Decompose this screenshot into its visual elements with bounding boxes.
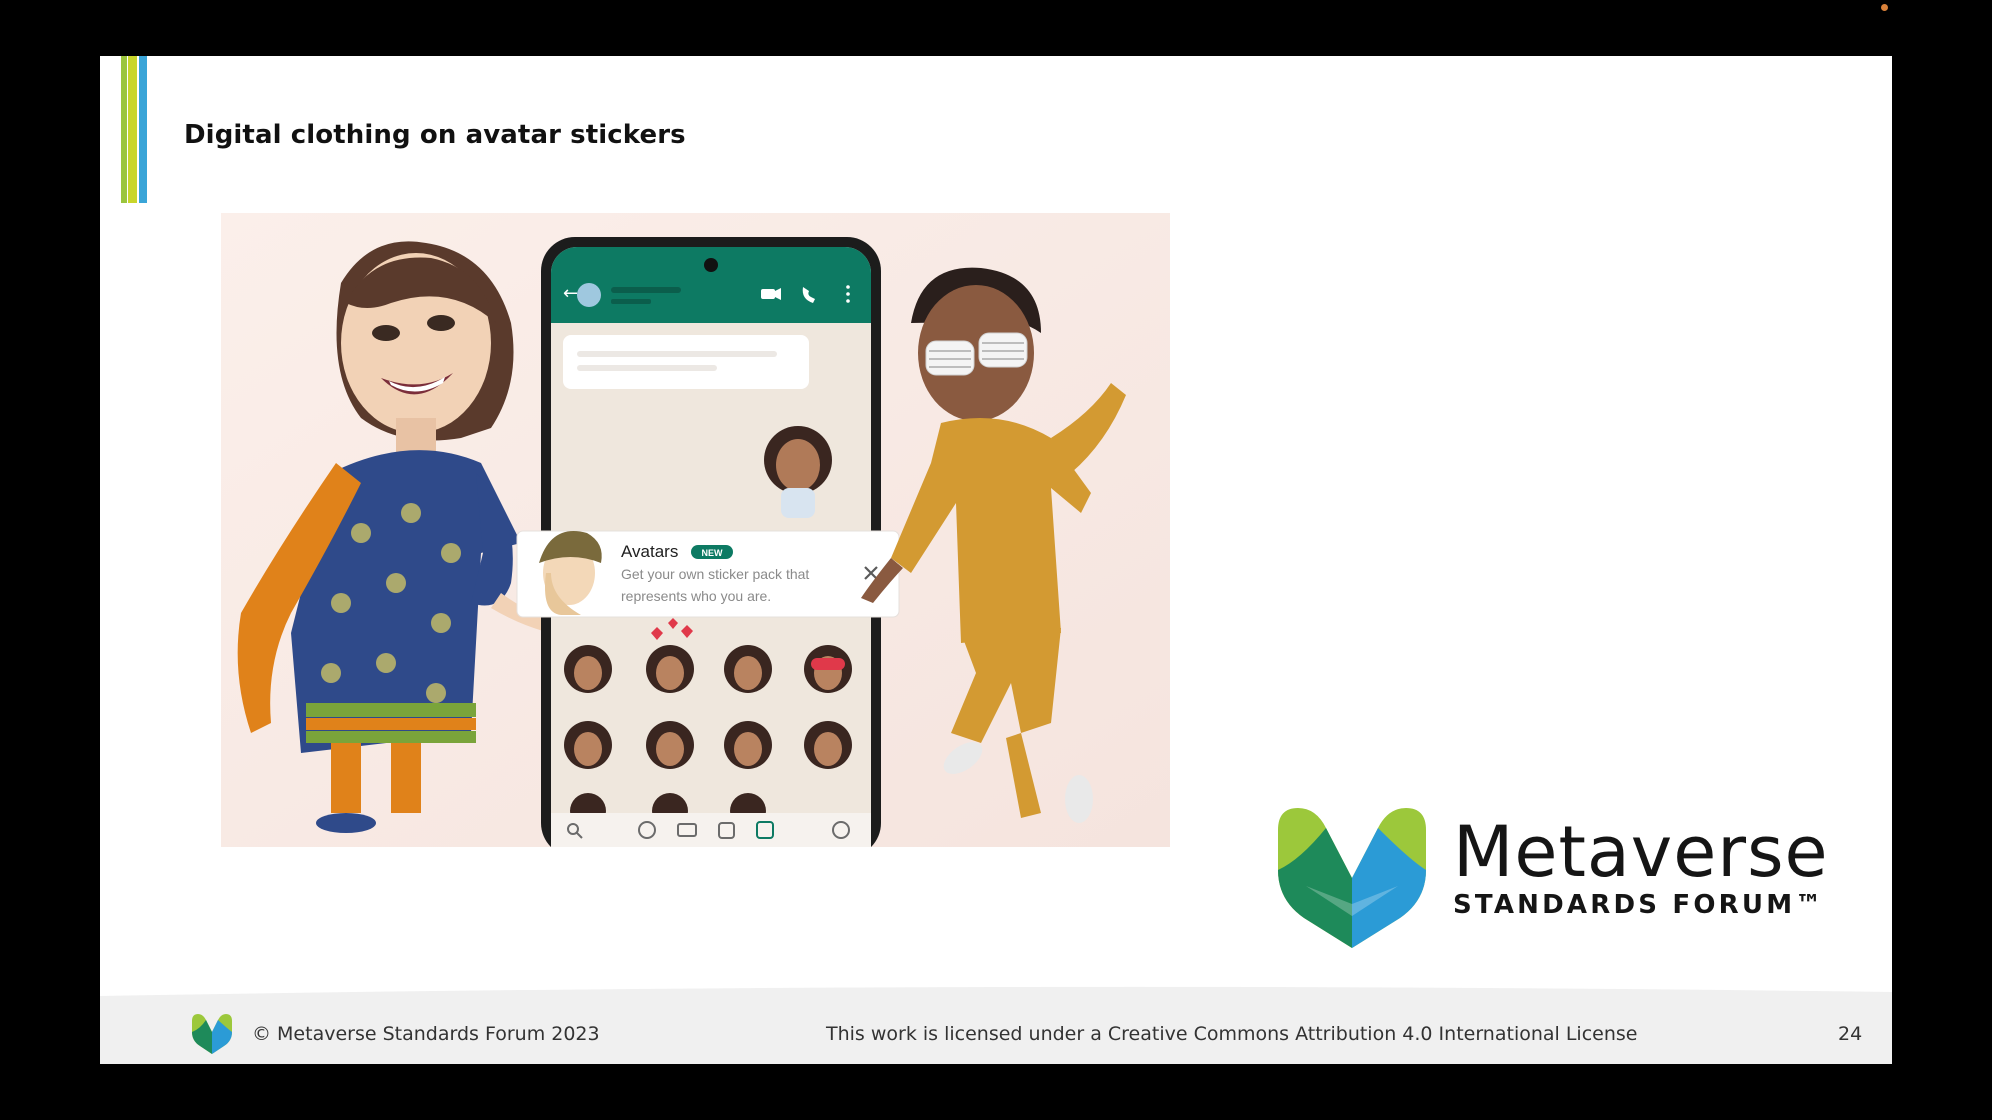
metaverse-wordmark: Metaverse STANDARDS FORUM™ bbox=[1453, 816, 1829, 920]
presentation-slide: Digital clothing on avatar stickers ← Av… bbox=[100, 56, 1892, 1064]
brand-name: Metaverse bbox=[1453, 811, 1829, 893]
popup-line-2: represents who you are. bbox=[621, 588, 771, 604]
popup-line-1: Get your own sticker pack that bbox=[621, 566, 809, 582]
brand-subtitle: STANDARDS FORUM™ bbox=[1453, 890, 1825, 920]
recording-indicator bbox=[1881, 4, 1888, 11]
svg-text:←: ← bbox=[563, 283, 578, 304]
avatar-stickers-image: ← Avatars NEW Get your own sticker pack … bbox=[221, 213, 1170, 847]
popup-new-badge: NEW bbox=[702, 548, 724, 558]
footer-license: This work is licensed under a Creative C… bbox=[826, 1023, 1638, 1045]
popup-title: Avatars bbox=[621, 542, 678, 561]
slide-title: Digital clothing on avatar stickers bbox=[184, 120, 686, 150]
title-accent-bars bbox=[121, 56, 147, 203]
slide-page-number: 24 bbox=[1838, 1023, 1863, 1045]
footer-logo-icon bbox=[192, 1014, 232, 1054]
footer-copyright: © Metaverse Standards Forum 2023 bbox=[252, 1023, 600, 1045]
avatars-popup: Avatars NEW Get your own sticker pack th… bbox=[516, 530, 900, 618]
